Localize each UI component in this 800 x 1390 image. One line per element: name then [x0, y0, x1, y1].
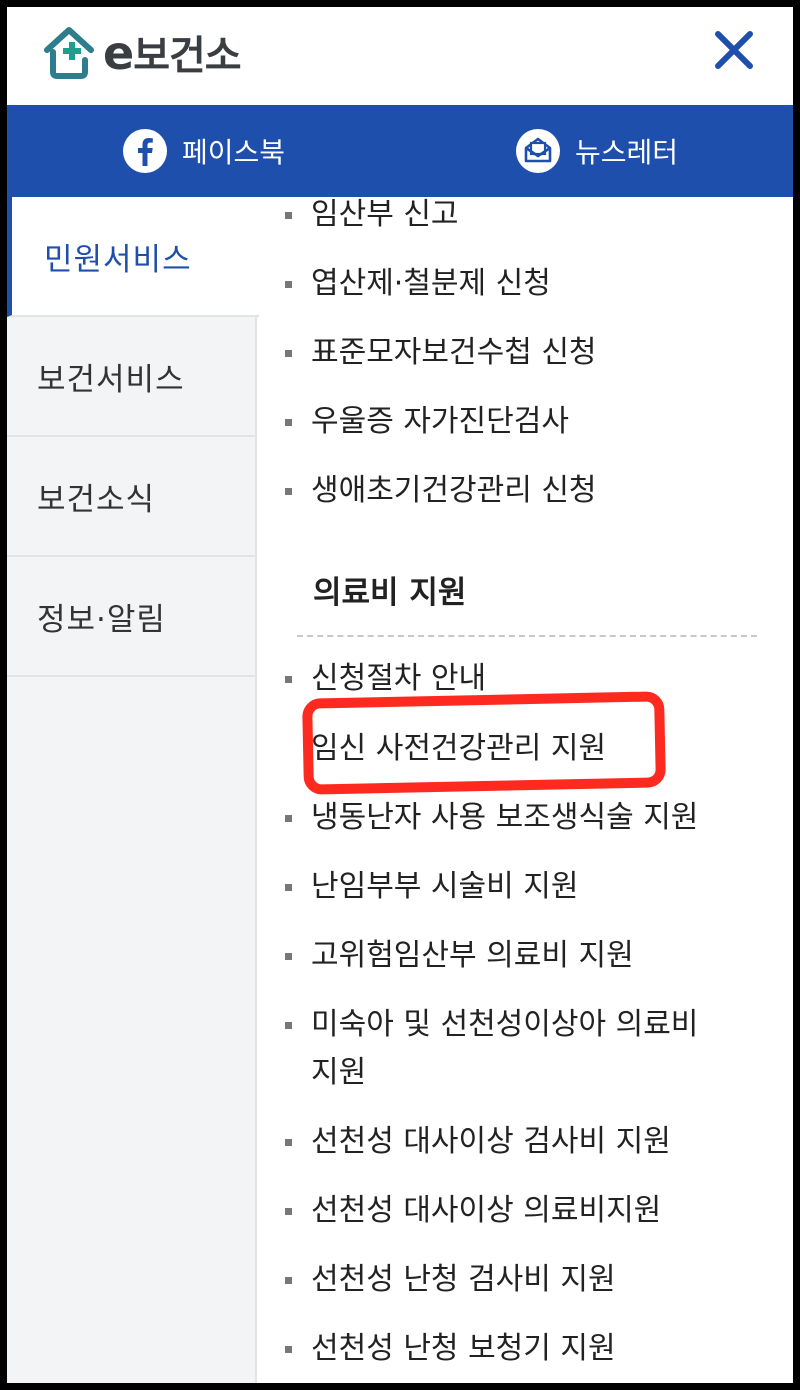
menu-item[interactable]: 고위험임산부 의료비 지원: [285, 932, 751, 980]
sidebar-item-health-service[interactable]: 보건서비스: [7, 317, 255, 437]
menu-item-label: 신청절차 안내: [311, 661, 487, 696]
bullet-icon: [285, 884, 292, 891]
menu-item-label: 임산부 신고: [311, 197, 459, 232]
highlight-annotation: [302, 691, 666, 795]
newsletter-icon: [515, 129, 560, 173]
facebook-icon: [122, 129, 167, 173]
bullet-icon: [285, 1022, 292, 1029]
menu-item[interactable]: 선천성 난청 보청기 지원: [285, 1325, 751, 1373]
menu-item-label: 선천성 난청 검사비 지원: [311, 1262, 616, 1297]
sidebar-item-health-news[interactable]: 보건소식: [7, 437, 255, 557]
bullet-icon: [285, 419, 292, 426]
menu-item[interactable]: 선천성 난청 검사비 지원: [285, 1256, 751, 1304]
logo-e: e: [103, 26, 134, 80]
menu-item-label: 선천성 대사이상 의료비지원: [311, 1193, 662, 1228]
sidebar-item-label: 민원서비스: [44, 241, 192, 278]
menu-item-label: 표준모자보건수첩 신청: [311, 335, 597, 370]
bullet-icon: [285, 488, 292, 495]
bullet-icon: [285, 676, 292, 683]
menu-item[interactable]: 임산부 신고: [285, 197, 751, 239]
menu-item-label: 엽산제·철분제 신청: [311, 266, 551, 301]
logo-house-icon: [44, 27, 94, 79]
submenu-panel: 임산부 신고 엽산제·철분제 신청 표준모자보건수첩 신청 우울증 자가진단검사…: [259, 197, 793, 1383]
social-bar: 페이스북 뉴스레터: [7, 105, 793, 197]
header: e보건소: [7, 7, 793, 105]
facebook-link[interactable]: 페이스북: [7, 105, 400, 197]
newsletter-label: 뉴스레터: [574, 136, 679, 169]
menu-item[interactable]: 생애초기건강관리 신청: [285, 467, 751, 515]
divider: [297, 635, 757, 637]
newsletter-link[interactable]: 뉴스레터: [400, 105, 793, 197]
bullet-icon: [285, 281, 292, 288]
bullet-icon: [285, 350, 292, 357]
menu-item-label: 미숙아 및 선천성이상아 의료비 지원: [311, 1007, 699, 1090]
menu-item-label: 고위험임산부 의료비 지원: [311, 938, 634, 973]
bullet-icon: [285, 1208, 292, 1215]
sidebar-item-info-notice[interactable]: 정보·알림: [7, 557, 255, 677]
close-icon[interactable]: [713, 29, 755, 71]
sidebar: 민원서비스 보건서비스 보건소식 정보·알림: [7, 197, 259, 1383]
menu-item-label: 선천성 대사이상 검사비 지원: [311, 1124, 671, 1159]
menu-item-label: 난임부부 시술비 지원: [311, 869, 579, 904]
bullet-icon: [285, 1139, 292, 1146]
menu-item[interactable]: 선천성 대사이상 검사비 지원: [285, 1118, 751, 1166]
logo-text: e보건소: [103, 23, 242, 81]
menu-item-label: 냉동난자 사용 보조생식술 지원: [311, 800, 699, 835]
sidebar-item-label: 보건소식: [37, 481, 156, 518]
menu-item[interactable]: 냉동난자 사용 보조생식술 지원: [285, 794, 751, 842]
menu-item[interactable]: 미숙아 및 선천성이상아 의료비 지원: [285, 1001, 711, 1097]
menu-item[interactable]: 엽산제·철분제 신청: [285, 260, 751, 308]
bullet-icon: [285, 1346, 292, 1353]
bullet-icon: [285, 1277, 292, 1284]
menu-item-label: 선천성 난청 보청기 지원: [311, 1331, 616, 1366]
menu-item[interactable]: 난임부부 시술비 지원: [285, 863, 751, 911]
facebook-label: 페이스북: [181, 136, 286, 169]
logo[interactable]: e보건소: [41, 21, 242, 83]
menu-item-label: 우울증 자가진단검사: [311, 404, 569, 439]
section-title: 의료비 지원: [313, 575, 467, 611]
bullet-icon: [285, 212, 292, 219]
sidebar-item-label: 보건서비스: [37, 361, 185, 398]
menu-item[interactable]: 선천성 대사이상 의료비지원: [285, 1187, 751, 1235]
app-frame: e보건소 페이스북 뉴스레터 민원서비스 보건서비스 보건소식 정보·알림 임산…: [7, 7, 793, 1383]
menu-item[interactable]: 우울증 자가진단검사: [285, 398, 751, 446]
menu-item-label: 생애초기건강관리 신청: [311, 473, 597, 508]
sidebar-item-label: 정보·알림: [37, 601, 166, 638]
sidebar-item-civil-service[interactable]: 민원서비스: [7, 197, 259, 317]
bullet-icon: [285, 953, 292, 960]
menu-item[interactable]: 표준모자보건수첩 신청: [285, 329, 751, 377]
bullet-icon: [285, 815, 292, 822]
logo-name: 보건소: [133, 33, 241, 79]
